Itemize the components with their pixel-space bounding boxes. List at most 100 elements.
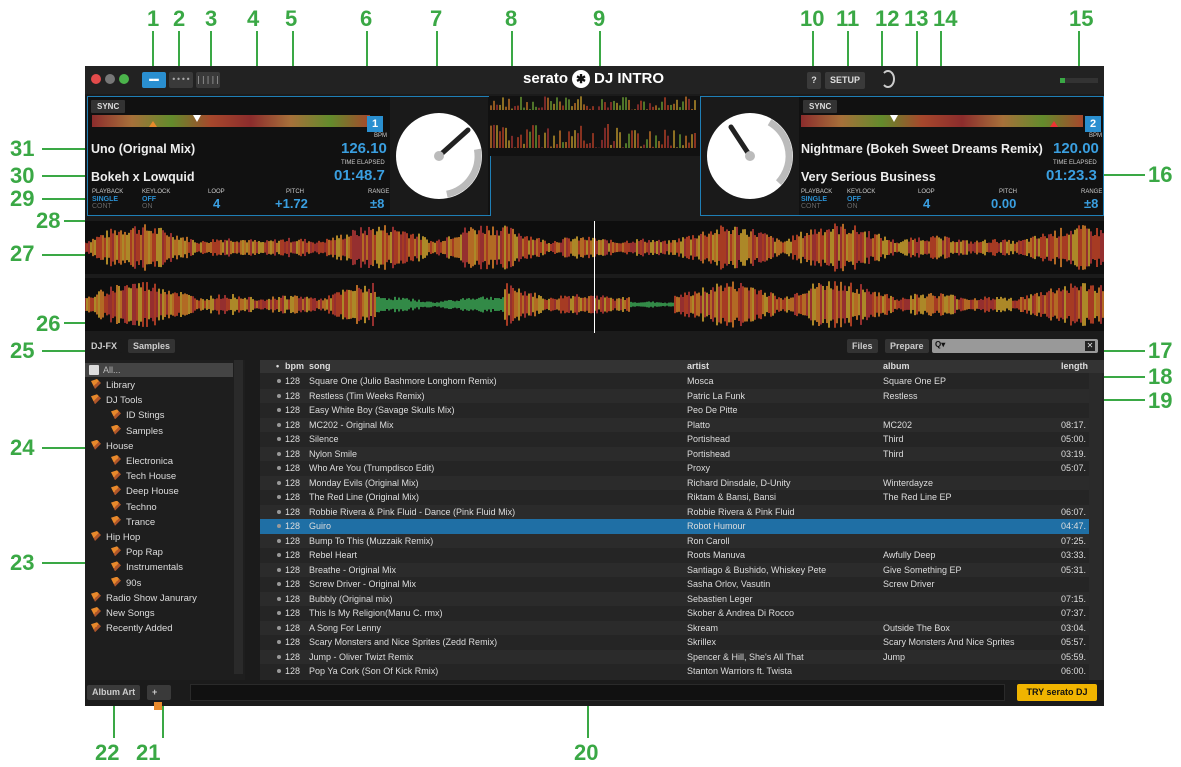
zoom-window-icon[interactable] [119, 74, 129, 84]
col-artist[interactable]: artist [687, 360, 709, 373]
deck-right-playback-single[interactable]: SINGLE [801, 196, 827, 203]
view-vertical-button[interactable]: •••• [169, 72, 193, 88]
table-row[interactable]: 128 Bump To This (Muzzaik Remix) Ron Carol… [260, 533, 1089, 548]
crate-item[interactable]: New Songs [91, 606, 155, 621]
deck-right-keylock-off[interactable]: OFF [847, 196, 861, 203]
playhead-marker-icon[interactable] [890, 115, 898, 122]
crate-item[interactable]: Library [91, 378, 135, 393]
col-album[interactable]: album [883, 360, 910, 373]
deck-right-playback-cont[interactable]: CONT [801, 203, 821, 210]
col-song[interactable]: song [309, 360, 331, 373]
rec-icon[interactable] [881, 70, 895, 88]
search-input[interactable]: Q▾ ✕ [932, 339, 1098, 353]
crate-label: Library [106, 380, 136, 391]
minimize-window-icon[interactable] [105, 74, 115, 84]
table-row[interactable]: 128 Rebel Heart Roots Manuva Awfully Deep 03… [260, 548, 1089, 563]
crate-item[interactable]: Trance [111, 515, 155, 530]
crate-item[interactable]: Deep House [111, 484, 179, 499]
crate-label: Techno [126, 501, 157, 513]
table-row[interactable]: 128 Restless (Tim Weeks Remix) Patric La F… [260, 388, 1089, 403]
mini-waveforms[interactable] [489, 96, 700, 156]
view-horizontal-button[interactable]: ▬▬ [142, 72, 166, 88]
table-row[interactable]: 128 Jump - Oliver Twizt Remix Spencer & Hi… [260, 649, 1089, 664]
table-row[interactable]: 128 Easy White Boy (Savage Skulls Mix) Peo… [260, 403, 1089, 418]
album-art-button[interactable]: Album Art [87, 685, 141, 700]
cue-marker-icon[interactable] [1050, 121, 1058, 127]
deck-left-overview[interactable] [92, 115, 370, 127]
deck-right-keylock-on[interactable]: ON [847, 203, 858, 210]
deck-right-pitch: 0.00 [991, 196, 1017, 211]
close-window-icon[interactable] [91, 74, 101, 84]
deck-left-keylock-off[interactable]: OFF [142, 196, 156, 203]
crate-label: Instrumentals [126, 562, 184, 574]
crate-item[interactable]: Electronica [111, 454, 173, 469]
table-row[interactable]: 128 Breathe - Original Mix Santiago & Bush… [260, 562, 1089, 577]
table-row[interactable]: 128 Screw Driver - Original Mix Sasha Orlo… [260, 577, 1089, 592]
crate-item[interactable]: ID Stings [111, 408, 165, 423]
deck-left-loop[interactable]: 4 [213, 196, 220, 211]
setup-button[interactable]: SETUP [825, 72, 865, 89]
cue-marker-icon[interactable] [149, 121, 157, 127]
crate-item[interactable]: House [91, 439, 133, 454]
deck-left-playback-cont[interactable]: CONT [92, 203, 112, 210]
table-row[interactable]: 128 Guiro Robot Humour 04:47. [260, 519, 1089, 534]
playhead-marker-icon[interactable] [193, 115, 201, 122]
table-row[interactable]: 128 Square One (Julio Bashmore Longhorn R… [260, 374, 1089, 389]
crate-item[interactable]: 90s [111, 576, 141, 591]
crate-item[interactable]: Radio Show Janurary [91, 591, 197, 606]
col-bpm[interactable]: bpm [285, 360, 304, 373]
help-button[interactable]: ? [807, 72, 821, 89]
table-row[interactable]: 128 The Red Line (Original Mix) Riktam & B… [260, 490, 1089, 505]
table-row[interactable]: 128 Monday Evils (Original Mix) Richard Di… [260, 475, 1089, 490]
files-button[interactable]: Files [847, 339, 878, 353]
deck-right-range[interactable]: ±8 [1084, 196, 1098, 211]
col-length[interactable]: length [1061, 360, 1088, 373]
table-scrollbar[interactable] [1089, 373, 1102, 680]
deck-right-sync-button[interactable]: SYNC [803, 100, 838, 113]
view-library-button[interactable]: ||||| [196, 72, 220, 88]
deck-left-keylock-on[interactable]: ON [142, 203, 153, 210]
try-serato-dj-button[interactable]: TRY serato DJ [1017, 684, 1097, 701]
try-product: DJ [1076, 687, 1088, 697]
crate-all-row[interactable]: All... [85, 363, 233, 377]
table-row[interactable]: 128 Silence Portishead Third 05:00. [260, 432, 1089, 447]
deck-right-loop[interactable]: 4 [923, 196, 930, 211]
table-row[interactable]: 128 This Is My Religion(Manu C. rmx) Skobe… [260, 606, 1089, 621]
cell-album: Awfully Deep [883, 550, 936, 560]
deck-right: SYNC 2 Nightmare (Bokeh Sweet Dreams Rem… [700, 96, 1104, 216]
crate-item[interactable]: Recently Added [91, 621, 173, 636]
table-row[interactable]: 128 Bubbly (Original mix) Sebastien Leger 0… [260, 591, 1089, 606]
crate-item[interactable]: Hip Hop [91, 530, 140, 545]
sidebar-scrollbar[interactable] [234, 360, 243, 674]
table-row[interactable]: 128 Nylon Smile Portishead Third 03:19. [260, 446, 1089, 461]
deck-left-platter[interactable] [390, 97, 488, 215]
table-row[interactable]: 128 A Song For Lenny Skream Outside The Box… [260, 620, 1089, 635]
search-icon[interactable]: Q▾ [935, 340, 945, 349]
table-row[interactable]: 128 Robbie Rivera & Pink Fluid - Dance (P… [260, 504, 1089, 519]
deck-left-range[interactable]: ±8 [370, 196, 384, 211]
crate-item[interactable]: Techno [111, 500, 157, 515]
leader-13 [916, 31, 918, 69]
table-row[interactable]: 128 Who Are You (Trumpdisco Edit) Proxy 05:… [260, 461, 1089, 476]
deck-left-playback-single[interactable]: SINGLE [92, 196, 118, 203]
samples-tab[interactable]: Samples [128, 339, 176, 353]
deck-left-sync-button[interactable]: SYNC [91, 100, 126, 113]
col-status[interactable]: • [276, 360, 279, 373]
deck-right-pitch-label: PITCH [999, 189, 1017, 195]
clear-search-icon[interactable]: ✕ [1085, 341, 1095, 351]
table-row[interactable]: 128 Scary Monsters and Nice Sprites (Zedd… [260, 635, 1089, 650]
cell-length: 05:57. [1061, 637, 1087, 647]
crate-item[interactable]: Tech House [111, 469, 176, 484]
crate-item[interactable]: Samples [111, 424, 163, 439]
deck-right-overview[interactable] [801, 115, 1083, 127]
crate-item[interactable]: DJ Tools [91, 393, 142, 408]
crate-icon [91, 622, 101, 633]
prepare-button[interactable]: Prepare [885, 339, 929, 353]
crate-item[interactable]: Pop Rap [111, 545, 163, 560]
add-crate-button[interactable]: + [147, 685, 171, 710]
table-row[interactable]: 128 MC202 - Original Mix Platto MC202 08:17. [260, 417, 1089, 432]
djfx-tab[interactable]: DJ-FX [86, 339, 123, 353]
table-row[interactable]: 128 Pop Ya Cork (Son Of Kick Rmix) Stanton… [260, 664, 1089, 679]
crate-item[interactable]: Instrumentals [111, 560, 183, 575]
deck-right-platter[interactable] [701, 97, 799, 215]
